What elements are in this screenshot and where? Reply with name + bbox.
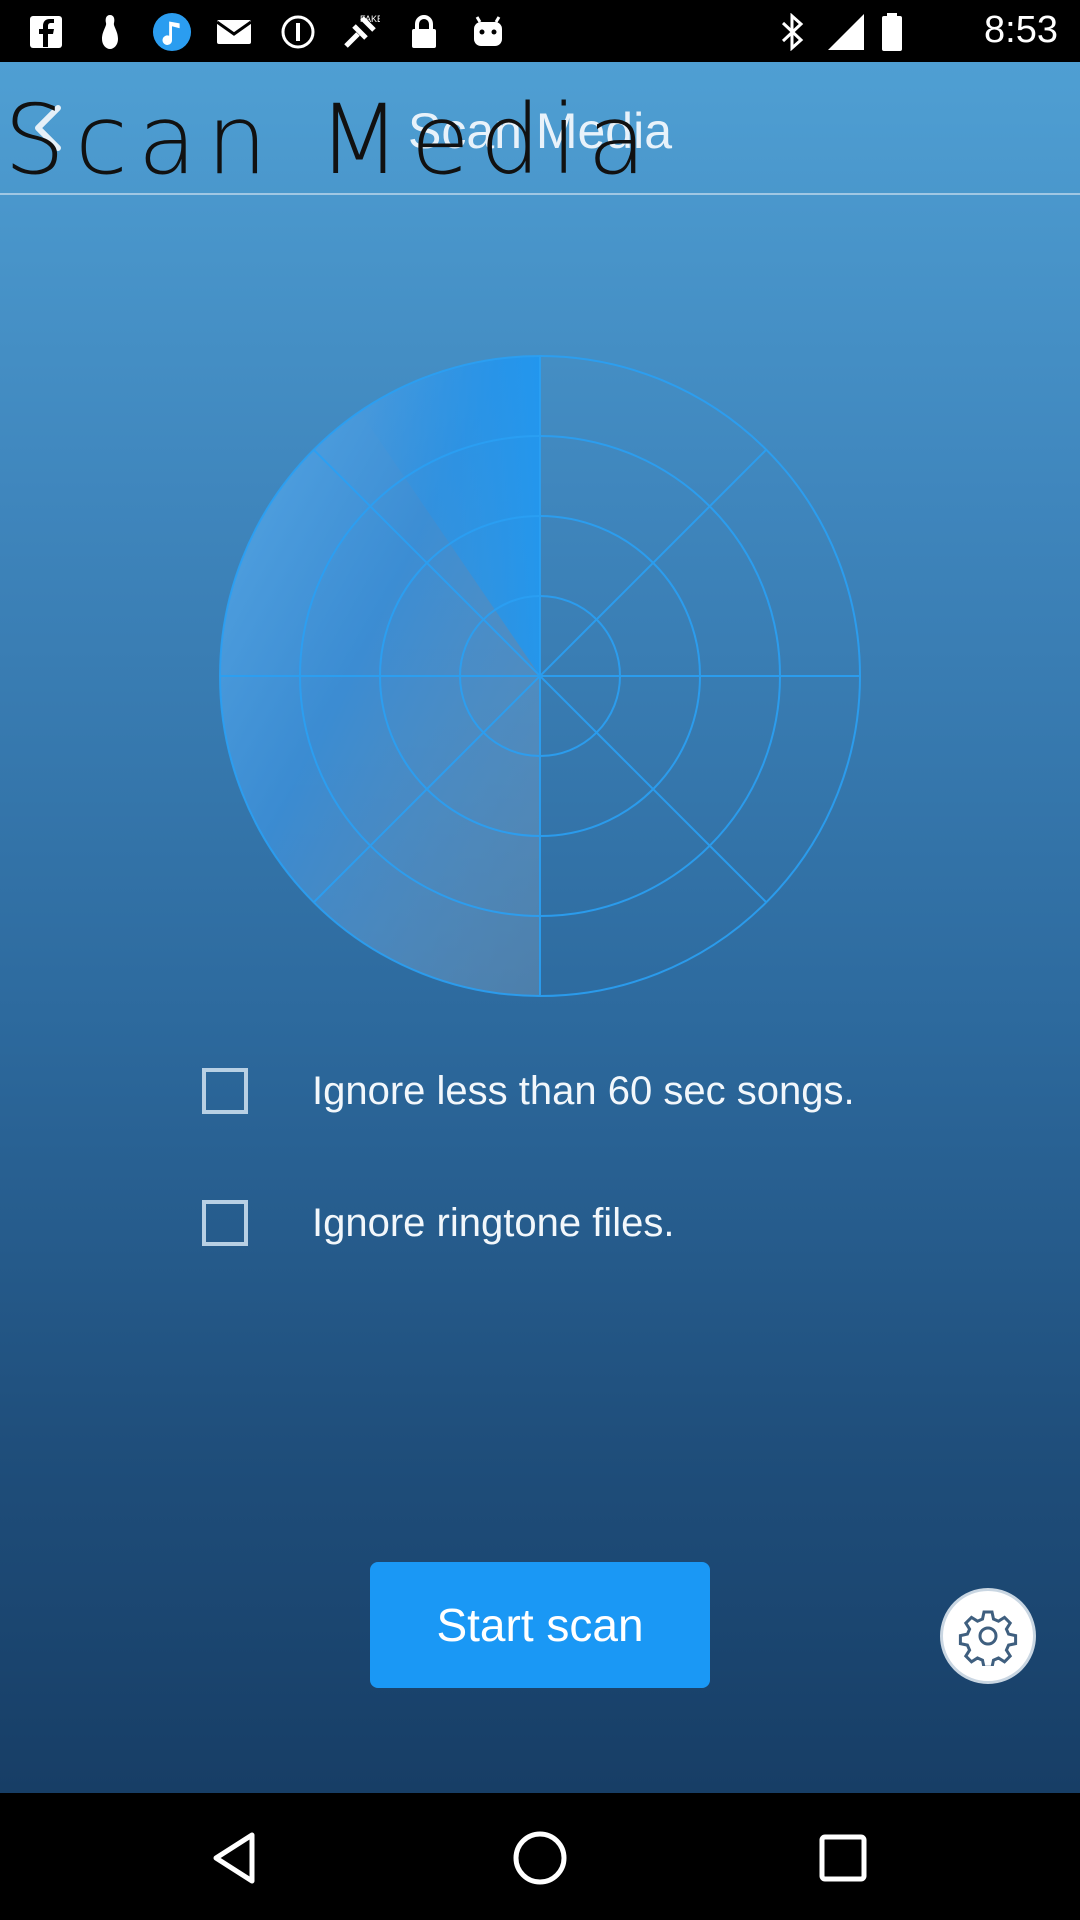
checkbox-ignore-short-songs[interactable] [202, 1068, 248, 1114]
mail-icon [214, 12, 254, 52]
lock-icon [404, 12, 444, 52]
bowling-icon [90, 12, 130, 52]
status-bar: FAKE 8:53 [0, 0, 1080, 62]
start-scan-button[interactable]: Start scan [370, 1562, 710, 1688]
app-screen: Scan Media Scan Media Ignore less than 6… [0, 62, 1080, 1793]
status-time: 8:53 [984, 9, 1058, 51]
bluetooth-icon [772, 12, 812, 52]
svg-text:FAKE: FAKE [360, 14, 380, 24]
nav-recents-icon[interactable] [808, 1823, 878, 1893]
fake-gps-icon: FAKE [340, 12, 380, 52]
option-ignore-short-songs[interactable]: Ignore less than 60 sec songs. [202, 1066, 855, 1116]
music-note-icon [152, 12, 192, 52]
signal-icon [826, 12, 866, 52]
settings-button[interactable] [940, 1588, 1036, 1684]
android-icon [468, 12, 508, 52]
info-icon [278, 12, 318, 52]
navigation-bar [0, 1793, 1080, 1920]
radar-graphic [219, 355, 861, 997]
option-ignore-ringtones[interactable]: Ignore ringtone files. [202, 1198, 674, 1248]
option-label: Ignore ringtone files. [312, 1200, 675, 1245]
overlay-title: Scan Media [4, 84, 657, 196]
checkbox-ignore-ringtones[interactable] [202, 1200, 248, 1246]
option-label: Ignore less than 60 sec songs. [312, 1068, 855, 1113]
facebook-icon [26, 12, 66, 52]
toolbar: Scan Media Scan Media [0, 62, 1080, 196]
gear-icon [958, 1610, 1018, 1666]
battery-icon [872, 12, 912, 52]
nav-home-icon[interactable] [505, 1823, 575, 1893]
nav-back-icon[interactable] [202, 1823, 272, 1893]
